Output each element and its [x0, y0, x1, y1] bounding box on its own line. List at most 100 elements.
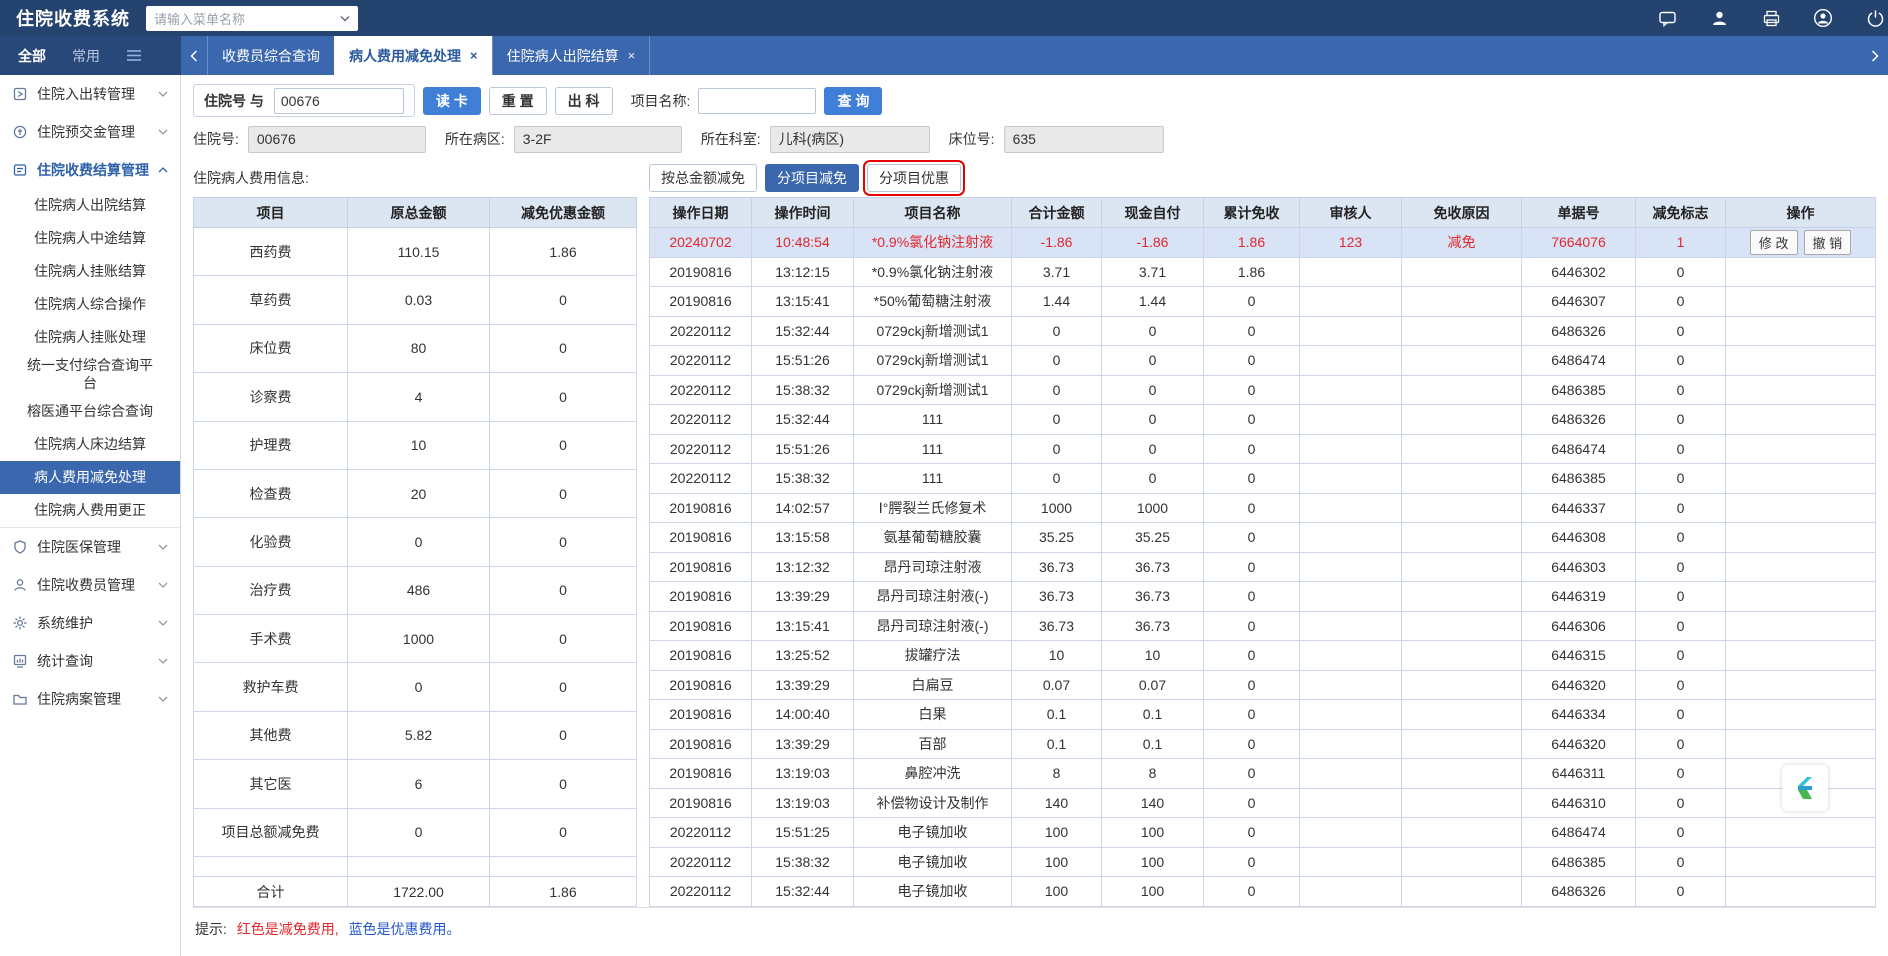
tab-scroll-left-icon[interactable]: [181, 36, 207, 75]
modify-button[interactable]: 修 改: [1749, 229, 1798, 255]
detail-row[interactable]: 20220112 15:51:25 电子镜加收 100 100 0 6486474 0: [649, 817, 1876, 848]
detail-row[interactable]: 20220112 15:51:26 111 0 0 0 6486474 0: [649, 433, 1876, 464]
detail-row[interactable]: 20220112 15:38:32 0729ckj新增测试1 0 0 0 6486385 0: [649, 374, 1876, 405]
detail-row[interactable]: 20190816 13:39:29 白扁豆 0.07 0.07 0 6446320 0: [649, 669, 1876, 700]
open-tabs: 收费员综合查询 病人费用减免处理 × 住院病人出院结算 ×: [181, 36, 1888, 75]
sidebar-group-settlement[interactable]: 住院收费结算管理: [0, 151, 180, 189]
exit-icon[interactable]: [1864, 7, 1886, 29]
detail-row[interactable]: 20190816 13:12:15 *0.9%氯化钠注射液 3.71 3.71 1.86 6…: [649, 256, 1876, 287]
chevron-down-icon: [158, 544, 168, 550]
chat-icon[interactable]: [1656, 7, 1678, 29]
close-icon[interactable]: ×: [470, 48, 478, 63]
sidebar-group-records[interactable]: 住院病案管理: [0, 680, 180, 718]
sidebar-item[interactable]: 榕医通平台综合查询: [0, 395, 180, 428]
revoke-button[interactable]: 撤 销: [1803, 229, 1852, 255]
fee-row[interactable]: 西药费 110.15 1.86: [193, 226, 637, 277]
sidebar-group-prepay[interactable]: 住院预交金管理: [0, 113, 180, 151]
detail-row[interactable]: 20220112 15:51:26 0729ckj新增测试1 0 0 0 6486474 0: [649, 345, 1876, 376]
detail-row[interactable]: 20220112 15:38:32 电子镜加收 100 100 0 6486385 0: [649, 846, 1876, 877]
sidebar-item[interactable]: 住院病人挂账处理: [0, 321, 180, 354]
user-icon[interactable]: [1812, 7, 1834, 29]
menu-collapse-icon[interactable]: [126, 49, 142, 62]
detail-row[interactable]: 20190816 14:02:57 Ⅰ°腭裂兰氏修复术 1000 1000 0 644633…: [649, 492, 1876, 523]
column-header: 操作时间: [751, 197, 854, 228]
sidebar-group-maintenance[interactable]: 系统维护: [0, 604, 180, 642]
chevron-down-icon: [158, 620, 168, 626]
chevron-down-icon: [158, 696, 168, 702]
fee-row[interactable]: 检查费 20 0: [193, 468, 637, 519]
hint-blue-text: 蓝色是优惠费用。: [348, 921, 461, 937]
admission-no-input[interactable]: [273, 87, 404, 114]
fee-row[interactable]: 其他费 5.82 0: [193, 710, 637, 761]
item-name-input[interactable]: [698, 87, 817, 114]
tab-label: 病人费用减免处理: [349, 47, 461, 64]
contact-icon[interactable]: [1708, 7, 1730, 29]
sidebar-item[interactable]: 统一支付综合查询平台: [0, 354, 180, 395]
detail-row[interactable]: 20190816 13:19:03 鼻腔冲洗 8 8 0 6446311 0: [649, 758, 1876, 789]
sidebar-group-insurance[interactable]: 住院医保管理: [0, 528, 180, 566]
detail-row[interactable]: 20190816 13:39:29 百部 0.1 0.1 0 6446320 0: [649, 728, 1876, 759]
hint-bar: 提示: 红色是减免费用, 蓝色是优惠费用。: [193, 907, 1876, 939]
discharge-button[interactable]: 出 科: [554, 86, 613, 115]
sidebar-tab-all[interactable]: 全部: [18, 46, 46, 66]
fee-row[interactable]: 化验费 0 0: [193, 517, 637, 567]
detail-row[interactable]: 20190816 13:15:41 昂丹司琼注射液(-) 36.73 36.73 0 644…: [649, 610, 1876, 641]
per-item-reduce-button[interactable]: 分项目减免: [765, 164, 859, 192]
sidebar-item[interactable]: 住院病人出院结算: [0, 189, 180, 222]
fee-row[interactable]: 草药费 0.03 0: [193, 275, 637, 325]
per-item-discount-button[interactable]: 分项目优惠: [863, 160, 965, 196]
detail-table: 操作日期 操作时间 项目名称 合计金额 现金自付 累计免收 审核人 免收原因 单据号 减免标志 操作…: [649, 197, 1876, 907]
fee-row[interactable]: 项目总额减免费 0 0: [193, 807, 637, 857]
fee-row[interactable]: 手术费 1000 0: [193, 613, 637, 664]
sidebar-header: 全部 常用: [0, 36, 181, 75]
fee-row[interactable]: 救护车费 0 0: [193, 662, 637, 712]
sidebar-item[interactable]: 住院病人费用更正: [0, 494, 180, 527]
chevron-down-icon: [158, 91, 168, 97]
print-icon[interactable]: [1760, 7, 1782, 29]
detail-row[interactable]: 20220112 15:32:44 电子镜加收 100 100 0 6486326 0: [649, 876, 1876, 907]
fee-row[interactable]: 护理费 10 0: [193, 420, 637, 470]
sidebar-group-transfer[interactable]: 住院入出转管理: [0, 75, 180, 113]
patient-info-bar: 住院号: 00676 所在病区: 3-2F 所在科室: 儿科(病区) 床位号: …: [193, 119, 1876, 159]
sidebar-group-cashier[interactable]: 住院收费员管理: [0, 566, 180, 604]
sidebar-item[interactable]: 住院病人挂账结算: [0, 255, 180, 288]
close-icon[interactable]: ×: [628, 48, 636, 63]
sidebar-item[interactable]: 病人费用减免处理: [0, 461, 180, 494]
prepay-icon: [13, 125, 27, 139]
reset-button[interactable]: 重 置: [488, 86, 547, 115]
fee-row[interactable]: 治疗费 486 0: [193, 565, 637, 616]
sidebar-item[interactable]: 住院病人床边结算: [0, 428, 180, 461]
group-label: 住院预交金管理: [37, 124, 135, 140]
tab-scroll-right-icon[interactable]: [1862, 36, 1888, 75]
query-button[interactable]: 查 询: [824, 86, 883, 115]
detail-row[interactable]: 20190816 14:00:40 白果 0.1 0.1 0 6446334 0: [649, 699, 1876, 730]
main-content: 住院号 与 读 卡 重 置 出 科 项目名称: 查 询 住院号: 00676 所…: [181, 75, 1888, 956]
detail-row[interactable]: 20190816 13:15:41 *50%葡萄糖注射液 1.44 1.44 0 64463…: [649, 286, 1876, 317]
tab-cashier-query[interactable]: 收费员综合查询: [207, 36, 334, 75]
detail-row[interactable]: 20190816 13:15:58 氨基葡萄糖胶囊 35.25 35.25 0 644630…: [649, 522, 1876, 553]
fee-row[interactable]: 其它医 6 0: [193, 759, 637, 809]
menu-search-select[interactable]: 请输入菜单名称: [146, 5, 358, 31]
detail-row[interactable]: 20220112 15:32:44 0729ckj新增测试1 0 0 0 6486326 0: [649, 315, 1876, 346]
sidebar-item[interactable]: 住院病人中途结算: [0, 222, 180, 255]
detail-row[interactable]: 20190816 13:25:52 拔罐疗法 10 10 0 6446315 0: [649, 640, 1876, 671]
insurance-icon: [14, 540, 26, 554]
tab-fee-reduction[interactable]: 病人费用减免处理 ×: [334, 36, 492, 75]
read-card-button[interactable]: 读 卡: [422, 86, 481, 115]
detail-row[interactable]: 20190816 13:39:29 昂丹司琼注射液(-) 36.73 36.73 0 644…: [649, 581, 1876, 612]
detail-row[interactable]: 20190816 13:12:32 昂丹司琼注射液 36.73 36.73 0 644630…: [649, 551, 1876, 582]
detail-row[interactable]: 20240702 10:48:54 *0.9%氯化钠注射液 -1.86 -1.86 1.8…: [649, 227, 1876, 258]
detail-row[interactable]: 20220112 15:32:44 111 0 0 0 6486326 0: [649, 404, 1876, 435]
settlement-icon: [13, 164, 27, 176]
fee-row[interactable]: 诊察费 4 0: [193, 372, 637, 422]
sidebar-subitems: 住院病人出院结算 住院病人中途结算 住院病人挂账结算 住院病人综合操作 住院病人挂账处理…: [0, 189, 180, 528]
sidebar-tab-common[interactable]: 常用: [72, 46, 100, 66]
detail-row[interactable]: 20190816 13:19:03 补偿物设计及制作 140 140 0 6446310 0: [649, 787, 1876, 818]
total-amount-reduce-button[interactable]: 按总金额减免: [649, 164, 757, 192]
sidebar-item[interactable]: 住院病人综合操作: [0, 288, 180, 321]
column-header: 减免标志: [1635, 197, 1726, 228]
sidebar-group-statistics[interactable]: 统计查询: [0, 642, 180, 680]
detail-row[interactable]: 20220112 15:38:32 111 0 0 0 6486385 0: [649, 463, 1876, 494]
tab-discharge-settlement[interactable]: 住院病人出院结算 ×: [491, 36, 651, 75]
fee-row[interactable]: 床位费 80 0: [193, 323, 637, 374]
